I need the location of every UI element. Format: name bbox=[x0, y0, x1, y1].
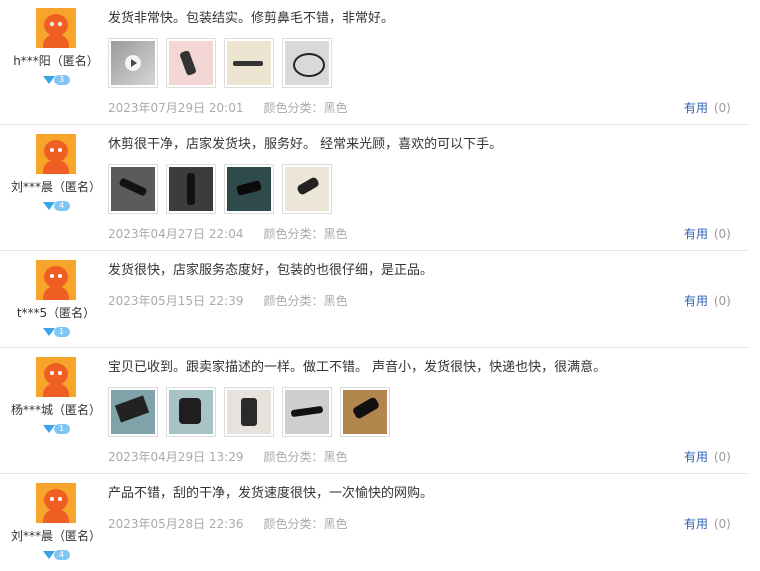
review-date: 2023年04月27日 22:04 bbox=[108, 227, 244, 241]
level-number: 4 bbox=[53, 201, 70, 211]
reviewer-name: 杨***城（匿名） bbox=[10, 403, 101, 417]
diamond-icon bbox=[42, 328, 55, 336]
level-number: 1 bbox=[53, 327, 70, 337]
review-photo[interactable] bbox=[166, 387, 216, 437]
review-meta: 2023年07月29日 20:01 颜色分类：黑色 bbox=[108, 99, 348, 116]
diamond-icon bbox=[42, 76, 55, 84]
useful-button[interactable]: 有用 (0) bbox=[684, 225, 731, 242]
useful-count: (0) bbox=[713, 517, 731, 531]
review-photo[interactable] bbox=[224, 38, 274, 88]
useful-label[interactable]: 有用 bbox=[684, 101, 708, 115]
level-number: 3 bbox=[53, 75, 70, 85]
review-meta: 2023年05月28日 22:36 颜色分类：黑色 bbox=[108, 515, 348, 532]
review-sku: 颜色分类：黑色 bbox=[263, 101, 348, 115]
review-photo[interactable] bbox=[282, 387, 332, 437]
review-text: 发货非常快。包装结实。修剪鼻毛不错，非常好。 bbox=[108, 11, 395, 26]
useful-label[interactable]: 有用 bbox=[684, 517, 708, 531]
diamond-icon bbox=[42, 425, 55, 433]
review-sku: 颜色分类：黑色 bbox=[263, 294, 348, 308]
review-photo[interactable] bbox=[224, 387, 274, 437]
review-video-thumbnail[interactable] bbox=[108, 38, 158, 88]
reviewer: 刘***晨（匿名） 4 bbox=[0, 134, 112, 214]
diamond-icon bbox=[42, 202, 55, 210]
review-text: 产品不错，刮的干净，发货速度很快，一次愉快的网购。 bbox=[108, 486, 434, 501]
review-date: 2023年04月29日 13:29 bbox=[108, 450, 244, 464]
review-sku: 颜色分类：黑色 bbox=[263, 227, 348, 241]
useful-label[interactable]: 有用 bbox=[684, 227, 708, 241]
useful-button[interactable]: 有用 (0) bbox=[684, 448, 731, 465]
member-level-badge: 3 bbox=[42, 75, 70, 85]
member-level-badge: 1 bbox=[42, 327, 70, 337]
review-meta: 2023年04月29日 13:29 颜色分类：黑色 bbox=[108, 448, 348, 465]
review-photo[interactable] bbox=[166, 164, 216, 214]
reviewer: h***阳（匿名） 3 bbox=[0, 8, 112, 88]
member-level-badge: 1 bbox=[42, 424, 70, 434]
play-icon bbox=[125, 55, 141, 71]
review-photo[interactable] bbox=[340, 387, 390, 437]
reviewer-name: t***5（匿名） bbox=[16, 306, 96, 320]
useful-button[interactable]: 有用 (0) bbox=[684, 99, 731, 116]
reviewer-name: 刘***晨（匿名） bbox=[10, 180, 101, 194]
review-photo[interactable] bbox=[282, 38, 332, 88]
review-text: 发货很快，店家服务态度好，包装的也很仔细，是正品。 bbox=[108, 263, 434, 278]
member-level-badge: 4 bbox=[42, 550, 70, 560]
review-photo[interactable] bbox=[224, 164, 274, 214]
review-item: 刘***晨（匿名） 4 休剪很干净，店家发货块，服务好。 经常来光顾，喜欢的可以… bbox=[0, 126, 748, 251]
avatar[interactable] bbox=[36, 260, 76, 300]
avatar[interactable] bbox=[36, 483, 76, 523]
useful-count: (0) bbox=[713, 294, 731, 308]
reviewer-name: h***阳（匿名） bbox=[13, 54, 99, 68]
review-meta: 2023年05月15日 22:39 颜色分类：黑色 bbox=[108, 292, 348, 309]
review-photo[interactable] bbox=[166, 38, 216, 88]
useful-count: (0) bbox=[713, 101, 731, 115]
avatar[interactable] bbox=[36, 134, 76, 174]
review-date: 2023年05月15日 22:39 bbox=[108, 294, 244, 308]
avatar[interactable] bbox=[36, 8, 76, 48]
review-item: 刘***晨（匿名） 4 产品不错，刮的干净，发货速度很快，一次愉快的网购。 20… bbox=[0, 475, 748, 570]
member-level-badge: 4 bbox=[42, 201, 70, 211]
review-item: 杨***城（匿名） 1 宝贝已收到。跟卖家描述的一样。做工不错。 声音小，发货很… bbox=[0, 349, 748, 474]
review-item: h***阳（匿名） 3 发货非常快。包装结实。修剪鼻毛不错，非常好。 2023年… bbox=[0, 0, 748, 125]
review-photo[interactable] bbox=[108, 387, 158, 437]
useful-label[interactable]: 有用 bbox=[684, 294, 708, 308]
review-sku: 颜色分类：黑色 bbox=[263, 517, 348, 531]
review-meta: 2023年04月27日 22:04 颜色分类：黑色 bbox=[108, 225, 348, 242]
useful-button[interactable]: 有用 (0) bbox=[684, 515, 731, 532]
review-date: 2023年07月29日 20:01 bbox=[108, 101, 244, 115]
review-text: 休剪很干净，店家发货块，服务好。 经常来光顾，喜欢的可以下手。 bbox=[108, 137, 503, 152]
review-item: t***5（匿名） 1 发货很快，店家服务态度好，包装的也很仔细，是正品。 20… bbox=[0, 252, 748, 348]
diamond-icon bbox=[42, 551, 55, 559]
reviewer-name: 刘***晨（匿名） bbox=[10, 529, 101, 543]
reviewer: t***5（匿名） 1 bbox=[0, 260, 112, 340]
review-photo[interactable] bbox=[282, 164, 332, 214]
review-photos bbox=[108, 38, 728, 88]
review-text: 宝贝已收到。跟卖家描述的一样。做工不错。 声音小，发货很快，快递也快，很满意。 bbox=[108, 360, 607, 375]
reviewer: 刘***晨（匿名） 4 bbox=[0, 483, 112, 563]
avatar[interactable] bbox=[36, 357, 76, 397]
useful-count: (0) bbox=[713, 227, 731, 241]
reviewer: 杨***城（匿名） 1 bbox=[0, 357, 112, 437]
review-list: h***阳（匿名） 3 发货非常快。包装结实。修剪鼻毛不错，非常好。 2023年… bbox=[0, 0, 760, 571]
useful-count: (0) bbox=[713, 450, 731, 464]
review-photo[interactable] bbox=[108, 164, 158, 214]
review-date: 2023年05月28日 22:36 bbox=[108, 517, 244, 531]
review-photos bbox=[108, 387, 728, 437]
useful-button[interactable]: 有用 (0) bbox=[684, 292, 731, 309]
review-sku: 颜色分类：黑色 bbox=[263, 450, 348, 464]
level-number: 4 bbox=[53, 550, 70, 560]
review-photos bbox=[108, 164, 728, 214]
useful-label[interactable]: 有用 bbox=[684, 450, 708, 464]
level-number: 1 bbox=[53, 424, 70, 434]
